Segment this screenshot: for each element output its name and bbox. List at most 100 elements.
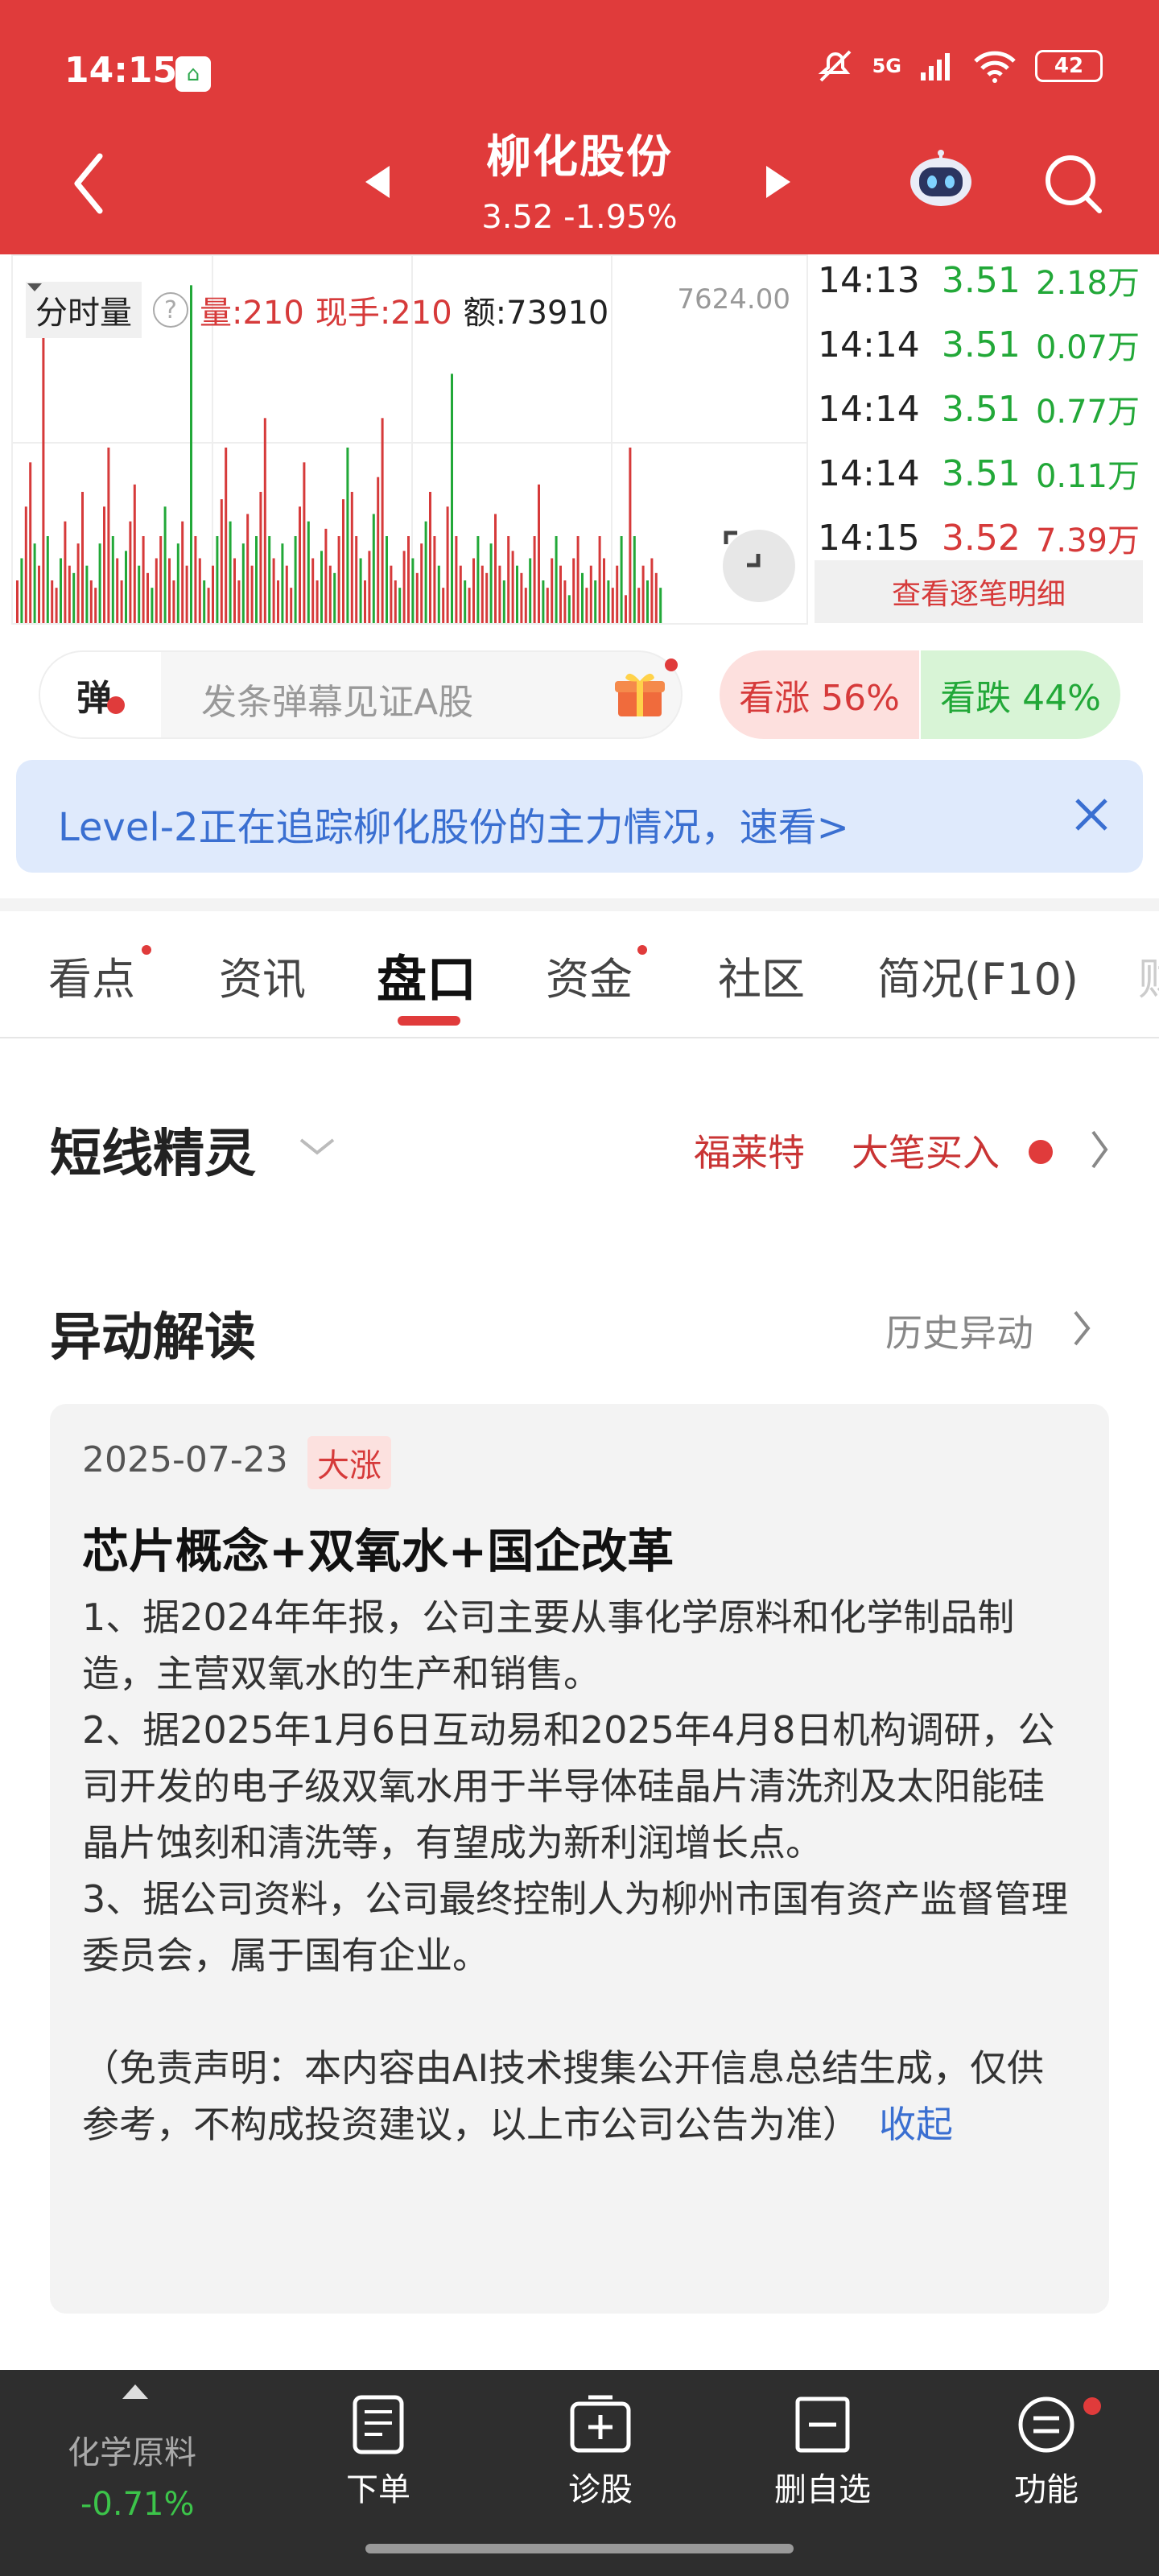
bullish-vote-button[interactable]: 看涨 56% xyxy=(720,650,919,739)
volume-bar xyxy=(446,506,449,623)
level2-banner[interactable]: Level-2正在追踪柳化股份的主力情况，速看> xyxy=(16,760,1143,873)
sprite-title[interactable]: 短线精灵 xyxy=(50,1113,256,1187)
tab-news[interactable]: 资讯 xyxy=(219,943,306,1007)
tab-finance[interactable]: 财 xyxy=(1138,943,1159,1007)
volume-bar xyxy=(411,558,415,623)
volume-bar xyxy=(42,315,45,623)
collapse-link[interactable]: 收起 xyxy=(879,2103,953,2146)
volume-bar xyxy=(72,572,76,623)
volume-bar xyxy=(563,580,567,623)
history-anomaly-link[interactable]: 历史异动 xyxy=(885,1304,1033,1357)
nav-remove-watchlist[interactable]: 删自选 xyxy=(750,2394,895,2510)
tab-market[interactable]: 盘口 xyxy=(377,939,476,1011)
volume-bar xyxy=(507,536,510,623)
volume-bar xyxy=(94,588,97,623)
diagnose-icon xyxy=(570,2395,631,2453)
mute-icon xyxy=(818,50,852,82)
tab-badge-dot xyxy=(637,945,647,955)
volume-bar xyxy=(89,580,93,623)
volume-bar xyxy=(277,580,279,623)
volume-bar xyxy=(220,499,223,623)
volume-bar xyxy=(603,558,605,623)
volume-bar xyxy=(516,565,518,623)
volume-bar xyxy=(359,558,362,623)
volume-bar xyxy=(46,536,49,623)
sprite-event[interactable]: 大笔买入 xyxy=(852,1124,1000,1177)
tick-detail-button[interactable]: 查看逐笔明细 xyxy=(815,560,1143,623)
tick-list: 14:13 3.51 2.18万 14:14 3.51 0.07万 14:14 … xyxy=(808,254,1146,625)
danmu-placeholder: 发条弹幕见证A股 xyxy=(201,682,474,723)
chevron-right-icon[interactable] xyxy=(1090,1129,1109,1170)
tick-price: 3.51 xyxy=(941,324,1021,365)
tick-price: 3.51 xyxy=(941,452,1021,494)
volume-bar xyxy=(524,588,527,623)
anomaly-title: 异动解读 xyxy=(50,1308,256,1368)
search-icon[interactable] xyxy=(1043,153,1104,214)
max-volume-label: 7624.00 xyxy=(677,283,790,316)
bearish-vote-button[interactable]: 看跌 44% xyxy=(921,650,1120,739)
volume-bar xyxy=(255,536,258,623)
volume-bar xyxy=(337,536,340,623)
tick-volume: 0.07万 xyxy=(1035,329,1140,366)
tab-profile[interactable]: 简况(F10) xyxy=(877,943,1079,1007)
anomaly-headline: 芯片概念+双氧水+国企改革 xyxy=(82,1524,674,1579)
nav-diagnose[interactable]: 诊股 xyxy=(528,2394,673,2510)
volume-chart[interactable]: 分时量 ? 量:210 现手:210 额:73910 7624.00 xyxy=(11,254,808,625)
sprite-stock-name[interactable]: 福莱特 xyxy=(694,1124,805,1177)
tab-funds[interactable]: 资金 xyxy=(546,943,633,1007)
nav-order[interactable]: 下单 xyxy=(306,2394,451,2510)
banner-text[interactable]: Level-2正在追踪柳化股份的主力情况，速看> xyxy=(58,795,849,852)
volume-bar xyxy=(364,580,366,623)
volume-bar xyxy=(529,558,532,623)
tab-bar: 看点 资讯 盘口 资金 社区 简况(F10) 财 xyxy=(0,911,1159,1038)
volume-bar xyxy=(155,558,158,623)
next-stock-icon[interactable] xyxy=(765,164,792,200)
volume-bar xyxy=(350,492,353,623)
close-icon[interactable] xyxy=(1072,795,1111,834)
tick-time: 14:13 xyxy=(818,259,920,301)
volume-bar xyxy=(299,506,301,623)
volume-bar xyxy=(268,536,271,623)
volume-bar xyxy=(281,543,284,623)
volume-bar xyxy=(194,536,197,623)
volume-bar xyxy=(142,536,145,623)
volume-bar xyxy=(594,580,597,623)
volume-value: 量:210 xyxy=(200,295,304,332)
back-icon[interactable] xyxy=(72,153,105,214)
volume-bar xyxy=(629,448,632,623)
danmu-input-bar[interactable]: 弹 发条弹幕见证A股 xyxy=(39,650,683,739)
tab-community[interactable]: 社区 xyxy=(718,943,805,1007)
chevron-right-icon[interactable] xyxy=(1072,1309,1091,1348)
volume-bar xyxy=(120,580,123,623)
sector-expand-icon[interactable] xyxy=(121,2381,150,2401)
tab-badge-dot xyxy=(142,945,151,955)
sector-name[interactable]: 化学原料 xyxy=(68,2426,196,2473)
volume-bar xyxy=(433,536,436,623)
danmu-icon[interactable]: 弹 xyxy=(40,652,161,737)
help-icon[interactable]: ? xyxy=(153,292,188,328)
anomaly-date: 2025-07-23 xyxy=(82,1439,288,1480)
chart-type-selector[interactable]: 分时量 xyxy=(26,282,142,338)
volume-bar xyxy=(451,374,453,623)
volume-bar xyxy=(415,572,419,623)
ai-robot-icon[interactable] xyxy=(908,150,974,209)
expand-chart-button[interactable] xyxy=(723,530,795,602)
chart-info-row: 分时量 ? 量:210 现手:210 额:73910 xyxy=(26,282,608,338)
tick-row: 14:14 3.51 0.07万 xyxy=(818,312,1140,377)
tab-highlights[interactable]: 看点 xyxy=(48,943,135,1007)
volume-bar xyxy=(502,580,505,623)
anomaly-tag: 大涨 xyxy=(307,1436,391,1489)
gift-icon[interactable] xyxy=(613,667,666,720)
volume-bar xyxy=(342,499,344,623)
volume-bar xyxy=(381,418,384,623)
danmu-check-icon xyxy=(107,696,125,714)
volume-bar xyxy=(346,448,349,623)
volume-bar xyxy=(172,580,175,623)
volume-bar xyxy=(498,565,501,623)
home-indicator[interactable] xyxy=(365,2544,794,2553)
volume-bar xyxy=(60,558,62,623)
volume-bar xyxy=(198,558,201,623)
chevron-down-icon[interactable] xyxy=(299,1137,335,1156)
volume-bar xyxy=(64,521,67,623)
nav-label: 删自选 xyxy=(774,2471,871,2508)
